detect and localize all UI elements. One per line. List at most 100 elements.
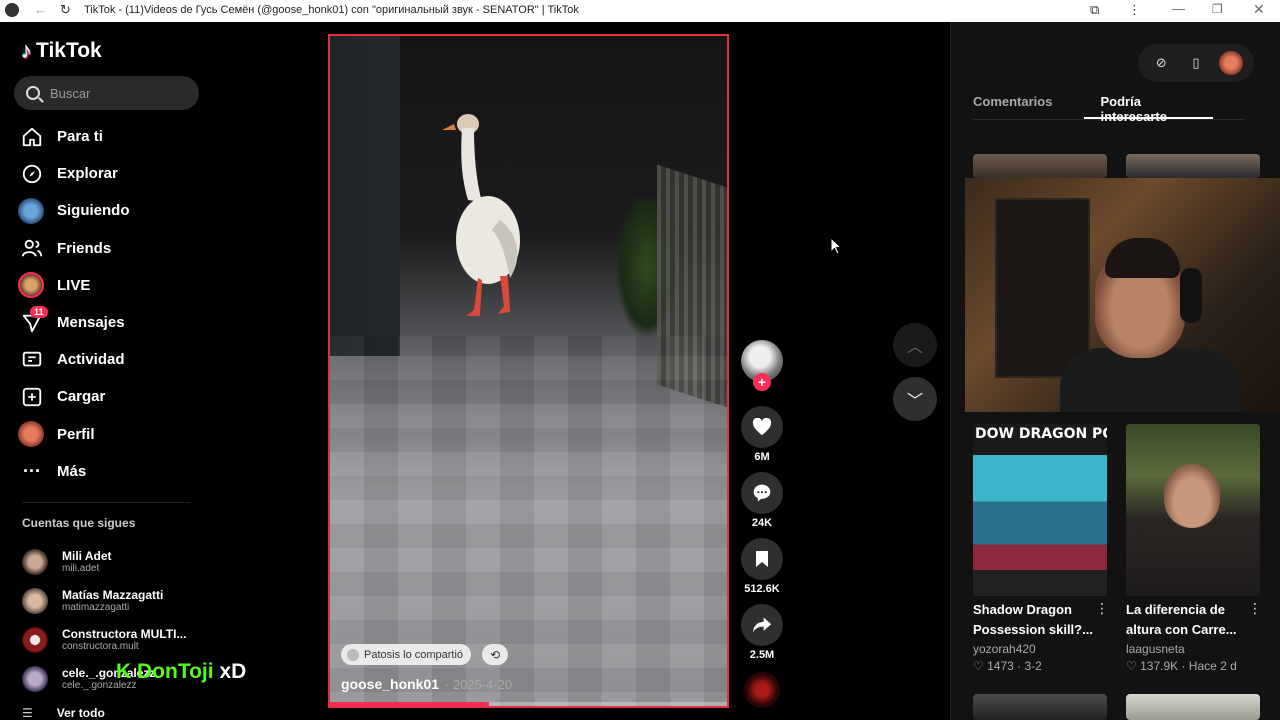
account-item[interactable]: Mili Adet mili.adet — [22, 542, 222, 581]
video-progress-fill — [330, 702, 489, 706]
nav-label: Para ti — [57, 128, 103, 146]
nav-item-siguiendo[interactable]: Siguiendo — [18, 192, 218, 229]
mouse-cursor-icon — [830, 237, 842, 255]
kebab-menu-icon[interactable]: ⋮ — [1128, 2, 1141, 18]
nav-label: Explorar — [57, 165, 118, 183]
search-box[interactable] — [14, 76, 199, 110]
account-item[interactable]: Constructora MULTI... constructora.mult — [22, 620, 222, 659]
account-username: matimazzagatti — [62, 602, 130, 613]
plus-square-icon — [18, 383, 46, 411]
card-time: · 3-2 — [1017, 659, 1042, 673]
puzzle-icon[interactable]: ⧉ — [1090, 2, 1099, 18]
tiktok-note-icon: ♪ — [21, 38, 32, 63]
video-thumbnail[interactable] — [1126, 424, 1260, 596]
avatar — [22, 626, 48, 653]
thumbnail-face — [1164, 464, 1220, 528]
card-likes: ♡ 137.9K — [1126, 659, 1179, 673]
watermark-brand: DonToji — [137, 660, 214, 683]
previous-video-button[interactable]: ︿ — [893, 323, 937, 367]
top-tools: ⊘ ▯ — [1138, 44, 1254, 82]
home-icon — [18, 123, 46, 151]
video-progress-bar[interactable] — [330, 702, 727, 706]
share-arrow-icon — [752, 617, 772, 633]
nav-item-explorar[interactable]: Explorar — [18, 155, 218, 192]
kick-logo-icon: K — [116, 660, 132, 683]
video-player[interactable]: Patosis lo compartió ⟲ goose_honk01 · 20… — [328, 34, 729, 708]
avatar — [22, 548, 48, 575]
video-thumbnail[interactable]: DOW DRAGON POSSESS — [973, 424, 1107, 596]
video-thumbnail[interactable] — [1126, 154, 1260, 178]
tiktok-logo[interactable]: ♪ TikTok — [21, 38, 102, 64]
see-all-label: Ver todo — [56, 706, 105, 720]
author-username: goose_honk01 — [341, 676, 440, 692]
account-item[interactable]: Matías Mazzagatti matimazzagatti — [22, 581, 222, 620]
save-button[interactable] — [741, 538, 783, 580]
save-count: 512.6K — [744, 583, 780, 595]
main-nav: Para ti Explorar Siguiendo Friends LIVE — [18, 118, 218, 490]
arrow-left-icon[interactable]: ← — [34, 2, 47, 17]
following-title: Cuentas que sigues — [22, 516, 136, 530]
music-disc-icon[interactable] — [744, 672, 780, 708]
nav-item-mensajes[interactable]: 11 Mensajes — [18, 304, 218, 341]
tab-podria-interesarte[interactable]: Podría interesarte — [1084, 86, 1213, 124]
nav-label: Perfil — [57, 425, 95, 443]
shared-by-pill[interactable]: Patosis lo compartió — [341, 644, 472, 665]
follow-plus-icon[interactable]: + — [753, 373, 771, 391]
phone-icon[interactable]: ▯ — [1184, 55, 1208, 71]
maximize-icon[interactable]: ❐ — [1212, 2, 1223, 16]
webcam-background-shelf — [995, 198, 1090, 378]
close-icon[interactable]: ✕ — [1253, 1, 1265, 18]
reload-icon[interactable]: ↻ — [60, 2, 71, 18]
video-thumbnail[interactable] — [1126, 694, 1260, 720]
goose-figure — [442, 114, 520, 316]
search-input[interactable] — [50, 85, 190, 101]
comment-button[interactable] — [741, 472, 783, 514]
card-stats: ♡ 137.9K · Hace 2 d — [1126, 659, 1237, 673]
card-likes: ♡ 1473 — [973, 659, 1014, 673]
more-vertical-icon[interactable]: ⋮ — [1248, 600, 1262, 617]
see-all-link[interactable]: ☰ Ver todo — [22, 706, 105, 720]
like-count: 6M — [754, 451, 770, 463]
nav-item-actividad[interactable]: Actividad — [18, 341, 218, 378]
video-date: · 2025-4-20 — [444, 677, 513, 692]
profile-avatar — [18, 421, 44, 448]
nav-item-live[interactable]: LIVE — [18, 267, 218, 304]
like-button[interactable] — [741, 406, 783, 448]
share-button[interactable] — [741, 604, 783, 646]
chevron-down-icon: ﹀ — [906, 393, 923, 410]
user-avatar[interactable] — [1218, 51, 1243, 75]
nav-item-perfil[interactable]: Perfil — [18, 416, 218, 453]
account-username: constructora.mult — [62, 641, 139, 652]
account-name: Mili Adet — [62, 549, 112, 563]
window-title: TikTok - (11)Videos de Гусь Семён (@goos… — [84, 4, 579, 16]
comment-count: 24K — [751, 517, 773, 529]
card-author[interactable]: yozorah420 — [973, 642, 1036, 656]
tab-comentarios[interactable]: Comentarios — [973, 86, 1052, 119]
shared-by-label: Patosis lo compartió — [364, 648, 464, 661]
repost-icon[interactable]: ⟲ — [482, 644, 508, 665]
nav-label: Actividad — [57, 351, 125, 369]
more-vertical-icon[interactable]: ⋮ — [1095, 600, 1109, 617]
nav-item-para-ti[interactable]: Para ti — [18, 118, 218, 155]
account-username: mili.adet — [62, 563, 100, 574]
logo-text: TikTok — [36, 39, 102, 62]
video-author[interactable]: goose_honk01 · 2025-4-20 — [341, 676, 512, 692]
sidebar: ♪ TikTok Para ti Explorar Siguiendo Fr — [0, 22, 230, 720]
next-video-button[interactable]: ﹀ — [893, 377, 937, 421]
compass-icon[interactable]: ⊘ — [1149, 55, 1173, 71]
share-count: 2.5M — [749, 649, 775, 661]
nav-item-mas[interactable]: ··· Más — [18, 453, 218, 490]
card-title[interactable]: La diferencia de altura con Carre... — [1126, 600, 1246, 640]
card-title[interactable]: Shadow Dragon Possession skill?... — [973, 600, 1093, 640]
browser-title-bar: ← ↻ TikTok - (11)Videos de Гусь Семён (@… — [0, 0, 1280, 22]
nav-item-friends[interactable]: Friends — [18, 230, 218, 267]
nav-item-cargar[interactable]: Cargar — [18, 378, 218, 415]
minimize-icon[interactable]: — — [1172, 1, 1185, 16]
account-name: Matías Mazzagatti — [62, 588, 164, 602]
video-thumbnail[interactable] — [973, 154, 1107, 178]
card-author[interactable]: laagusneta — [1126, 642, 1185, 656]
webcam-overlay — [965, 178, 1280, 412]
nav-label: Más — [57, 462, 87, 480]
video-thumbnail[interactable] — [973, 694, 1107, 720]
watermark-suffix: xD — [219, 660, 247, 683]
